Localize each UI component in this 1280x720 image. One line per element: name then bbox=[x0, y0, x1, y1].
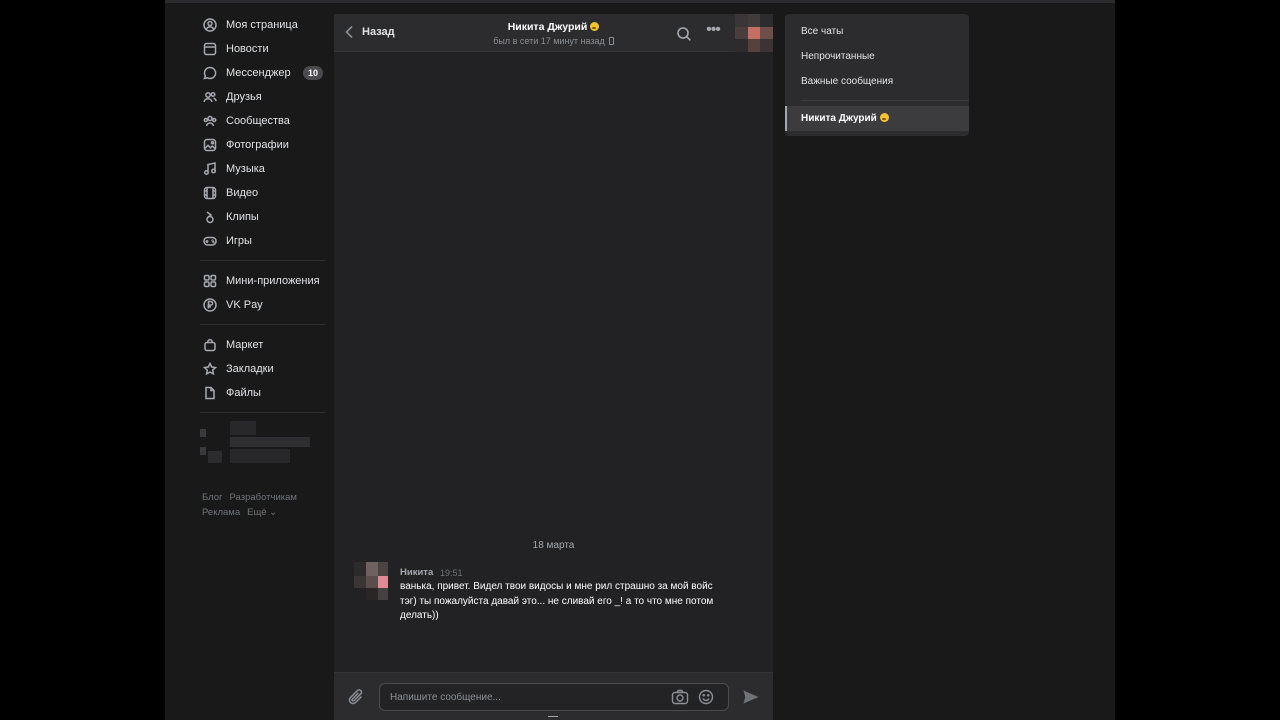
filter-unread[interactable]: Непрочитанные bbox=[801, 51, 875, 62]
peer-name-text: Никита Джурий bbox=[507, 21, 588, 33]
user-circle-icon bbox=[203, 18, 217, 32]
camera-button[interactable] bbox=[671, 689, 689, 705]
nav-item-my-page[interactable]: Моя страница bbox=[200, 13, 325, 37]
nav-item-market[interactable]: Маркет bbox=[200, 333, 325, 357]
sender-avatar[interactable] bbox=[354, 562, 392, 602]
active-chat-item[interactable]: Никита Джурий bbox=[785, 106, 969, 131]
mobile-phone-icon bbox=[608, 37, 614, 45]
top-bar bbox=[165, 0, 1115, 3]
chat-filter-panel: Все чаты Непрочитанные Важные сообщения … bbox=[785, 14, 969, 136]
nav-item-video[interactable]: Видео bbox=[200, 181, 325, 205]
emoji-icon bbox=[879, 113, 889, 122]
paperclip-icon bbox=[348, 689, 363, 705]
nav-label: Сообщества bbox=[226, 115, 290, 127]
nav-item-vk-pay[interactable]: VK Pay bbox=[200, 293, 325, 317]
more-options-button[interactable]: ••• bbox=[704, 22, 722, 41]
footer-blog-link[interactable]: Блог bbox=[202, 492, 223, 503]
send-icon bbox=[743, 690, 759, 704]
pixelated-group-list bbox=[200, 421, 325, 465]
filter-divider bbox=[801, 100, 969, 101]
gamepad-icon bbox=[203, 234, 217, 248]
nav-label: Клипы bbox=[226, 211, 259, 223]
photo-icon bbox=[203, 138, 217, 152]
clips-icon bbox=[203, 210, 217, 224]
footer-developers-link[interactable]: Разработчикам bbox=[230, 492, 297, 503]
nav-item-games[interactable]: Игры bbox=[200, 229, 325, 253]
friends-icon bbox=[203, 90, 217, 104]
chat-header: Назад Никита Джурий был в сети 17 минут … bbox=[334, 14, 773, 52]
nav-item-files[interactable]: Файлы bbox=[200, 381, 325, 405]
nav-label: Музыка bbox=[226, 163, 265, 175]
nav-label: Маркет bbox=[226, 339, 264, 351]
file-icon bbox=[203, 386, 217, 400]
attach-button[interactable] bbox=[346, 687, 366, 707]
music-icon bbox=[203, 162, 217, 176]
resize-handle[interactable] bbox=[548, 716, 558, 720]
nav-divider bbox=[200, 324, 325, 325]
nav-item-news[interactable]: Новости bbox=[200, 37, 325, 61]
nav-item-photos[interactable]: Фотографии bbox=[200, 133, 325, 157]
camera-icon bbox=[671, 689, 689, 705]
apps-icon bbox=[203, 274, 217, 288]
nav-item-bookmarks[interactable]: Закладки bbox=[200, 357, 325, 381]
communities-icon bbox=[203, 114, 217, 128]
smile-icon bbox=[698, 689, 714, 705]
nav-label: Видео bbox=[226, 187, 259, 199]
search-icon bbox=[677, 27, 691, 41]
filter-important[interactable]: Важные сообщения bbox=[801, 76, 893, 87]
nav-item-messenger[interactable]: Мессенджер 10 bbox=[200, 61, 325, 85]
nav-item-friends[interactable]: Друзья bbox=[200, 85, 325, 109]
peer-avatar[interactable] bbox=[735, 14, 773, 52]
nav-label: Мессенджер bbox=[226, 67, 291, 79]
more-dots-icon: ••• bbox=[706, 21, 721, 38]
page: Моя страница Новости Мессенджер 10 Друзь… bbox=[165, 0, 1115, 720]
search-button[interactable] bbox=[676, 26, 692, 42]
peer-status-text: был в сети 17 минут назад bbox=[493, 36, 605, 46]
nav-label: Мини-приложения bbox=[226, 275, 320, 287]
news-icon bbox=[203, 42, 217, 56]
nav-label: Моя страница bbox=[226, 19, 298, 31]
active-chat-label: Никита Джурий bbox=[801, 113, 889, 124]
date-separator: 18 марта bbox=[532, 540, 575, 551]
star-icon bbox=[203, 362, 217, 376]
message-icon bbox=[203, 66, 217, 80]
nav-item-mini-apps[interactable]: Мини-приложения bbox=[200, 269, 325, 293]
chat-panel: Назад Никита Джурий был в сети 17 минут … bbox=[334, 14, 773, 720]
video-icon bbox=[203, 186, 217, 200]
nav-item-communities[interactable]: Сообщества bbox=[200, 109, 325, 133]
emoji-icon bbox=[590, 22, 600, 31]
active-chat-name: Никита Джурий bbox=[801, 113, 877, 124]
nav-label: Файлы bbox=[226, 387, 261, 399]
bag-icon bbox=[203, 338, 217, 352]
message-time[interactable]: 19:51 bbox=[440, 568, 463, 578]
emoji-button[interactable] bbox=[697, 689, 715, 705]
nav-label: Новости bbox=[226, 43, 269, 55]
nav-item-music[interactable]: Музыка bbox=[200, 157, 325, 181]
vkpay-icon bbox=[203, 298, 217, 312]
nav-label: Фотографии bbox=[226, 139, 289, 151]
left-nav: Моя страница Новости Мессенджер 10 Друзь… bbox=[200, 13, 325, 465]
message-author[interactable]: Никита bbox=[400, 567, 433, 578]
footer-links: Блог Разработчикам Реклама Ещё ⌄ bbox=[202, 490, 332, 520]
send-button[interactable] bbox=[742, 688, 760, 706]
filter-all-chats[interactable]: Все чаты bbox=[801, 26, 843, 37]
nav-label: VK Pay bbox=[226, 299, 263, 311]
nav-label: Друзья bbox=[226, 91, 262, 103]
nav-divider bbox=[200, 260, 325, 261]
unread-badge: 10 bbox=[302, 66, 323, 80]
nav-label: Закладки bbox=[226, 363, 274, 375]
nav-divider bbox=[200, 412, 325, 413]
footer-ads-link[interactable]: Реклама bbox=[202, 507, 240, 518]
message-text: ванька, привет. Видел твои видосы и мне … bbox=[400, 581, 714, 621]
footer-more-link[interactable]: Ещё ⌄ bbox=[247, 507, 277, 518]
nav-item-clips[interactable]: Клипы bbox=[200, 205, 325, 229]
message-composer bbox=[334, 672, 773, 720]
nav-label: Игры bbox=[226, 235, 252, 247]
